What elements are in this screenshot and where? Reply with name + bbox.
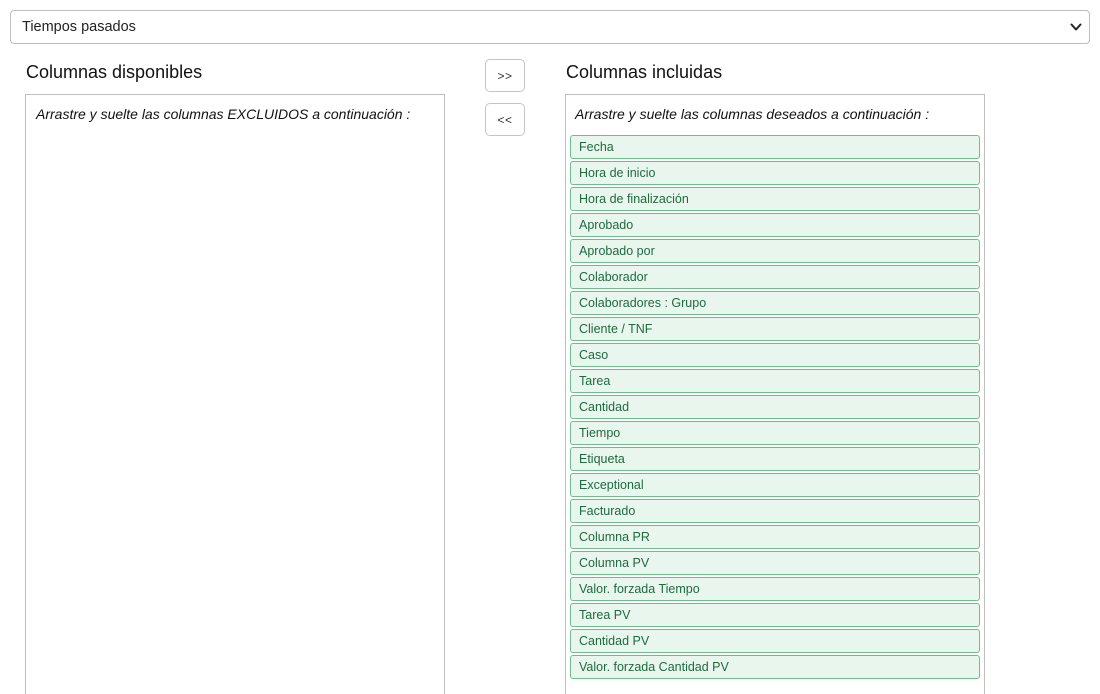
included-column-item[interactable]: Cantidad xyxy=(570,395,980,419)
exclude-columns-button[interactable]: << xyxy=(485,103,525,136)
included-column-item[interactable]: Valor. forzada Cantidad PV xyxy=(570,655,980,679)
included-column-item[interactable]: Valor. forzada Tiempo xyxy=(570,577,980,601)
included-columns-hint: Arrastre y suelte las columnas deseados … xyxy=(575,106,930,122)
included-column-item[interactable]: Tiempo xyxy=(570,421,980,445)
chevron-down-icon xyxy=(1070,23,1082,31)
column-config-page: Tiempos pasados Columnas disponibles >> … xyxy=(0,0,1100,694)
included-column-item[interactable]: Caso xyxy=(570,343,980,367)
included-column-item[interactable]: Hora de finalización xyxy=(570,187,980,211)
included-column-item[interactable]: Aprobado xyxy=(570,213,980,237)
included-column-item[interactable]: Etiqueta xyxy=(570,447,980,471)
included-columns-list: Fecha Hora de inicio Hora de finalización A… xyxy=(570,135,980,681)
available-columns-dropzone[interactable]: Arrastre y suelte las columnas EXCLUIDOS… xyxy=(25,94,445,694)
included-column-item[interactable]: Cliente / TNF xyxy=(570,317,980,341)
included-column-item[interactable]: Columna PV xyxy=(570,551,980,575)
report-type-select[interactable]: Tiempos pasados xyxy=(10,10,1090,44)
include-columns-button[interactable]: >> xyxy=(485,59,525,92)
included-column-item[interactable]: Exceptional xyxy=(570,473,980,497)
available-columns-title: Columnas disponibles xyxy=(26,62,203,82)
included-column-item[interactable]: Fecha xyxy=(570,135,980,159)
included-column-item[interactable]: Tarea PV xyxy=(570,603,980,627)
report-type-selected-value: Tiempos pasados xyxy=(22,19,136,35)
included-column-item[interactable]: Cantidad PV xyxy=(570,629,980,653)
included-column-item[interactable]: Aprobado por xyxy=(570,239,980,263)
included-column-item[interactable]: Hora de inicio xyxy=(570,161,980,185)
included-column-item[interactable]: Columna PR xyxy=(570,525,980,549)
available-columns-hint: Arrastre y suelte las columnas EXCLUIDOS… xyxy=(36,106,411,122)
included-column-item[interactable]: Colaborador xyxy=(570,265,980,289)
included-columns-title: Columnas incluidas xyxy=(566,62,723,82)
included-column-item[interactable]: Tarea xyxy=(570,369,980,393)
included-column-item[interactable]: Facturado xyxy=(570,499,980,523)
included-column-item[interactable]: Colaboradores : Grupo xyxy=(570,291,980,315)
included-columns-dropzone[interactable]: Arrastre y suelte las columnas deseados … xyxy=(565,94,985,694)
